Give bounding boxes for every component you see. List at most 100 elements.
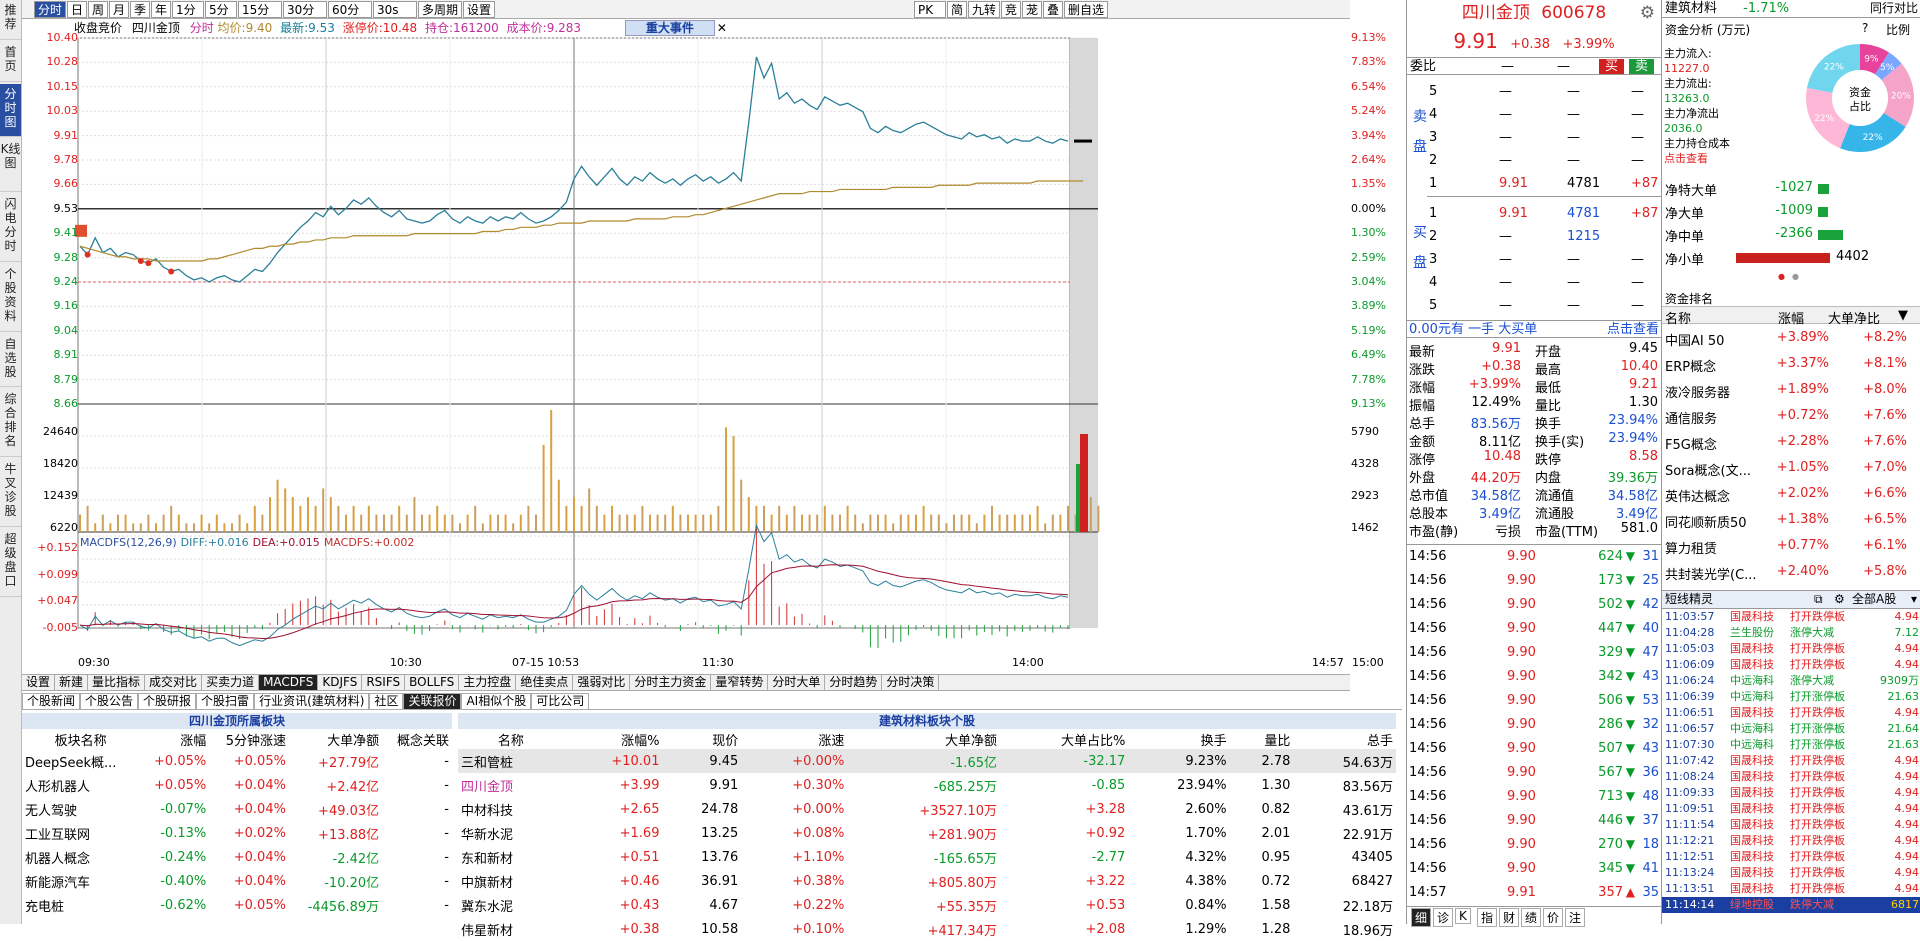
column-header[interactable]: 概念关联	[382, 730, 452, 749]
quote-bottom-tab[interactable]: 绩	[1521, 908, 1542, 927]
indicator-tab[interactable]: 设置	[22, 675, 56, 690]
info-tab[interactable]: 个股新闻	[22, 693, 81, 709]
all-a-select[interactable]: 全部A股	[1852, 591, 1896, 608]
table-row[interactable]: 充电桩 -0.62% +0.05% -4456.89万 -	[22, 893, 452, 917]
rank-name[interactable]: 液冷服务器	[1665, 382, 1730, 401]
info-tab[interactable]: 个股公告	[80, 693, 139, 709]
indicator-tab[interactable]: KDJFS	[318, 675, 363, 690]
rank-name[interactable]: 中国AI 50	[1665, 330, 1724, 349]
table-row[interactable]: 冀东水泥 +0.43 4.67 +0.22% +55.35万 +0.53 0.84% 1.58…	[458, 893, 1396, 917]
column-header[interactable]: 大单占比%	[1000, 730, 1128, 749]
alert-row[interactable]: 11:05:03 国晟科技 打开跌停板 4.94	[1662, 641, 1920, 657]
chevron-down-icon[interactable]: ▾	[1911, 591, 1917, 608]
left-nav-item[interactable]: 分时图	[0, 84, 21, 137]
table-row[interactable]: 新能源汽车 -0.40% +0.04% -10.20亿 -	[22, 869, 452, 893]
info-tab[interactable]: 社区	[369, 693, 404, 709]
rank-name[interactable]: ERP概念	[1665, 356, 1716, 375]
gear-icon[interactable]: ⚙	[1640, 0, 1655, 26]
filter-icon[interactable]: ⧉	[1814, 591, 1823, 608]
info-tab[interactable]: 行业资讯(建筑材料)	[254, 693, 370, 709]
table-row[interactable]: 工业互联网 -0.13% +0.02% +13.88亿 -	[22, 821, 452, 845]
rank-name[interactable]: 通信服务	[1665, 408, 1717, 427]
table-row[interactable]: 机器人概念 -0.24% +0.04% -2.42亿 -	[22, 845, 452, 869]
quote-bottom-tab[interactable]: 注	[1565, 908, 1586, 927]
table-row[interactable]: 伟星新材 +0.38 10.58 +0.10% +417.34万 +2.08 1.29% 1.…	[458, 917, 1396, 941]
rank-name[interactable]: Sora概念(文...	[1665, 460, 1751, 479]
alert-row[interactable]: 11:13:24 国晟科技 打开跌停板 4.94	[1662, 865, 1920, 881]
rank-column-header[interactable]: 名称	[1665, 308, 1691, 327]
left-nav-item[interactable]: 牛叉诊股	[0, 459, 21, 527]
indicator-tab[interactable]: RSIFS	[362, 675, 406, 690]
cost-link[interactable]: 点击查看	[1664, 151, 1730, 166]
page-dot[interactable]: ●	[1778, 272, 1785, 281]
table-row[interactable]: 东和新材 +0.51 13.76 +1.10% -165.65万 -2.77 4.32% 0.…	[458, 845, 1396, 869]
alert-row[interactable]: 11:06:51 国晟科技 打开跌停板 4.94	[1662, 705, 1920, 721]
alert-row[interactable]: 11:06:57 中远海科 打开涨停板 21.64	[1662, 721, 1920, 737]
indicator-tab[interactable]: 绝佳卖点	[516, 675, 574, 690]
table-row[interactable]: 三和管桩 +10.01 9.45 +0.00% -1.65亿 -32.17 9.23% 2.7…	[458, 749, 1396, 773]
rank-name[interactable]: 英伟达概念	[1665, 486, 1730, 505]
quote-bottom-tab[interactable]: 诊	[1433, 908, 1454, 927]
alert-row[interactable]: 11:07:30 中远海科 打开涨停板 21.63	[1662, 737, 1920, 753]
alert-row[interactable]: 11:06:39 中远海科 打开涨停板 21.63	[1662, 689, 1920, 705]
quote-bottom-tab[interactable]: K	[1455, 908, 1471, 924]
dadan-link[interactable]: 点击查看	[1607, 321, 1659, 338]
alert-row[interactable]: 11:14:14 绿地控股 跌停大减 6817	[1662, 897, 1920, 913]
alert-row[interactable]: 11:06:24 中远海科 涨停大减 9309万	[1662, 673, 1920, 689]
rank-column-header[interactable]: 涨幅	[1778, 308, 1804, 327]
left-nav-item[interactable]: K线图	[0, 139, 21, 192]
indicator-tab[interactable]: 新建	[55, 675, 89, 690]
alert-row[interactable]: 11:07:42 国晟科技 打开跌停板 4.94	[1662, 753, 1920, 769]
indicator-tab[interactable]: 分时主力资金	[630, 675, 712, 690]
page-dot[interactable]: ●	[1792, 272, 1799, 281]
column-header[interactable]: 大单净额	[847, 730, 1000, 749]
column-header[interactable]: 涨速	[741, 730, 847, 749]
column-header[interactable]: 总手	[1293, 730, 1396, 749]
alert-row[interactable]: 11:06:09 国晟科技 打开跌停板 4.94	[1662, 657, 1920, 673]
quote-bottom-tab[interactable]: 财	[1499, 908, 1520, 927]
left-nav-item[interactable]: 首页	[0, 42, 21, 82]
left-nav-item[interactable]: 个股资料	[0, 264, 21, 332]
alert-row[interactable]: 11:11:54 国晟科技 打开跌停板 4.94	[1662, 817, 1920, 833]
indicator-tab[interactable]: MACDFS	[259, 675, 319, 690]
quote-bottom-tab[interactable]: 指	[1477, 908, 1498, 927]
indicator-tab[interactable]: BOLLFS	[405, 675, 460, 690]
column-header[interactable]: 量比	[1230, 730, 1294, 749]
left-nav-item[interactable]: 自选股	[0, 334, 21, 387]
settings-icon[interactable]: ⚙	[1834, 591, 1845, 608]
info-tab[interactable]: 个股扫雷	[196, 693, 255, 709]
left-nav-item[interactable]: 综合排名	[0, 389, 21, 457]
rank-name[interactable]: 共封装光学(C...	[1665, 564, 1757, 583]
indicator-tab[interactable]: 强弱对比	[573, 675, 631, 690]
alert-row[interactable]: 11:04:28 兰生股份 涨停大减 7.12	[1662, 625, 1920, 641]
column-header[interactable]: 板块名称	[22, 730, 139, 749]
column-header[interactable]: 名称	[458, 730, 564, 749]
table-row[interactable]: 中材科技 +2.65 24.78 +0.00% +3527.10万 +3.28 2.60% 0…	[458, 797, 1396, 821]
alert-row[interactable]: 11:13:51 国晟科技 打开跌停板 4.94	[1662, 881, 1920, 897]
quote-bottom-tab[interactable]: 细	[1411, 908, 1432, 927]
rank-column-header[interactable]: 大单净比	[1828, 308, 1880, 327]
indicator-tab[interactable]: 主力控盘	[459, 675, 517, 690]
intraday-chart[interactable]	[22, 0, 1350, 670]
sell-button[interactable]: 卖	[1629, 59, 1655, 74]
alert-row[interactable]: 11:03:57 国晟科技 打开跌停板 4.94	[1662, 609, 1920, 625]
table-row[interactable]: 华新水泥 +1.69 13.25 +0.08% +281.90万 +0.92 1.70% 2.…	[458, 821, 1396, 845]
indicator-tab[interactable]: 成交对比	[145, 675, 203, 690]
help-icon[interactable]: ?	[1862, 21, 1868, 35]
column-header[interactable]: 现价	[662, 730, 741, 749]
indicator-tab[interactable]: 分时决策	[882, 675, 940, 690]
indicator-tab[interactable]: 买卖力道	[202, 675, 260, 690]
sort-desc-icon[interactable]: ▼	[1898, 308, 1908, 323]
alert-row[interactable]: 11:09:51 国晟科技 打开跌停板 4.94	[1662, 801, 1920, 817]
indicator-tab[interactable]: 量比指标	[88, 675, 146, 690]
column-header[interactable]: 大单净额	[289, 730, 382, 749]
column-header[interactable]: 换手	[1128, 730, 1229, 749]
indicator-tab[interactable]: 分时趋势	[825, 675, 883, 690]
indicator-tab[interactable]: 量窄转势	[711, 675, 769, 690]
info-tab[interactable]: 个股研报	[138, 693, 197, 709]
peer-compare-link[interactable]: 同行对比	[1870, 0, 1918, 17]
table-row[interactable]: 中旗新材 +0.46 36.91 +0.38% +805.80万 +3.22 4.38% 0.…	[458, 869, 1396, 893]
rank-name[interactable]: 算力租赁	[1665, 538, 1717, 557]
buy-button[interactable]: 买	[1599, 59, 1625, 74]
table-row[interactable]: 人形机器人 +0.05% +0.04% +2.42亿 -	[22, 773, 452, 797]
